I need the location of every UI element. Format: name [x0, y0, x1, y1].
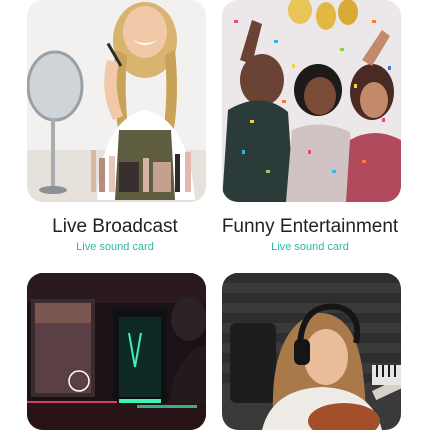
- gaming-setup-photo: [27, 273, 206, 430]
- studio-recording-photo: [222, 273, 401, 430]
- funny-entertainment-caption: Funny Entertainment Live sound card: [215, 216, 405, 254]
- live-broadcast-subtitle: Live sound card: [76, 241, 154, 253]
- funny-entertainment-title: Funny Entertainment: [221, 216, 399, 237]
- live-broadcast-title: Live Broadcast: [52, 216, 178, 237]
- live-broadcast-photo: [27, 0, 206, 202]
- funny-entertainment-photo: [222, 0, 401, 202]
- live-broadcast-caption: Live Broadcast Live sound card: [20, 216, 210, 254]
- funny-entertainment-subtitle: Live sound card: [271, 241, 349, 253]
